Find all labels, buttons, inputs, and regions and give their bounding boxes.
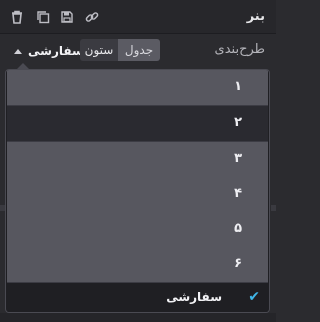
duplicate-icon[interactable] — [36, 10, 50, 24]
dropdown-option-2[interactable]: ۲ — [7, 106, 268, 142]
layout-label: طرح‌بندی — [214, 42, 265, 57]
layout-select-value: سفارشی — [28, 44, 84, 58]
checkmark-icon: ✔ — [248, 289, 260, 305]
dropdown-option-custom[interactable]: ✔ سفارشی — [7, 284, 268, 312]
option-label: ۵ — [234, 221, 242, 236]
option-label: ۶ — [234, 256, 242, 271]
option-custom-label: سفارشی — [166, 290, 222, 304]
dropdown-option-5[interactable]: ۵ — [7, 212, 268, 248]
save-icon[interactable] — [60, 10, 74, 24]
option-label: ۱ — [234, 79, 242, 94]
link-icon[interactable] — [85, 10, 99, 24]
dropdown-option-1[interactable]: ۱ — [7, 70, 268, 106]
trash-icon[interactable] — [10, 10, 24, 24]
panel-footer — [0, 313, 276, 322]
caret-up-icon — [14, 48, 22, 54]
dropdown-option-4[interactable]: ۴ — [7, 177, 268, 213]
layout-select[interactable]: سفارشی — [14, 42, 84, 60]
layout-dropdown-menu: ۱ ۲ ۳ ۴ ۵ ۶ ✔ سفارشی — [5, 69, 270, 313]
layout-row: سفارشی ستون جدول طرح‌بندی — [0, 34, 276, 68]
panel-header: بنر — [0, 0, 276, 34]
dropdown-option-3[interactable]: ۳ — [7, 142, 268, 178]
dropdown-option-6[interactable]: ۶ — [7, 247, 268, 283]
option-label: ۲ — [234, 115, 242, 130]
layout-segmented-control: ستون جدول — [80, 39, 160, 61]
segment-column[interactable]: ستون — [80, 39, 118, 61]
option-label: ۳ — [234, 151, 242, 166]
background-edge — [271, 205, 276, 211]
background-edge — [0, 205, 5, 211]
segment-table[interactable]: جدول — [118, 39, 160, 61]
option-label: ۴ — [234, 186, 242, 201]
panel-title: بنر — [246, 9, 265, 24]
